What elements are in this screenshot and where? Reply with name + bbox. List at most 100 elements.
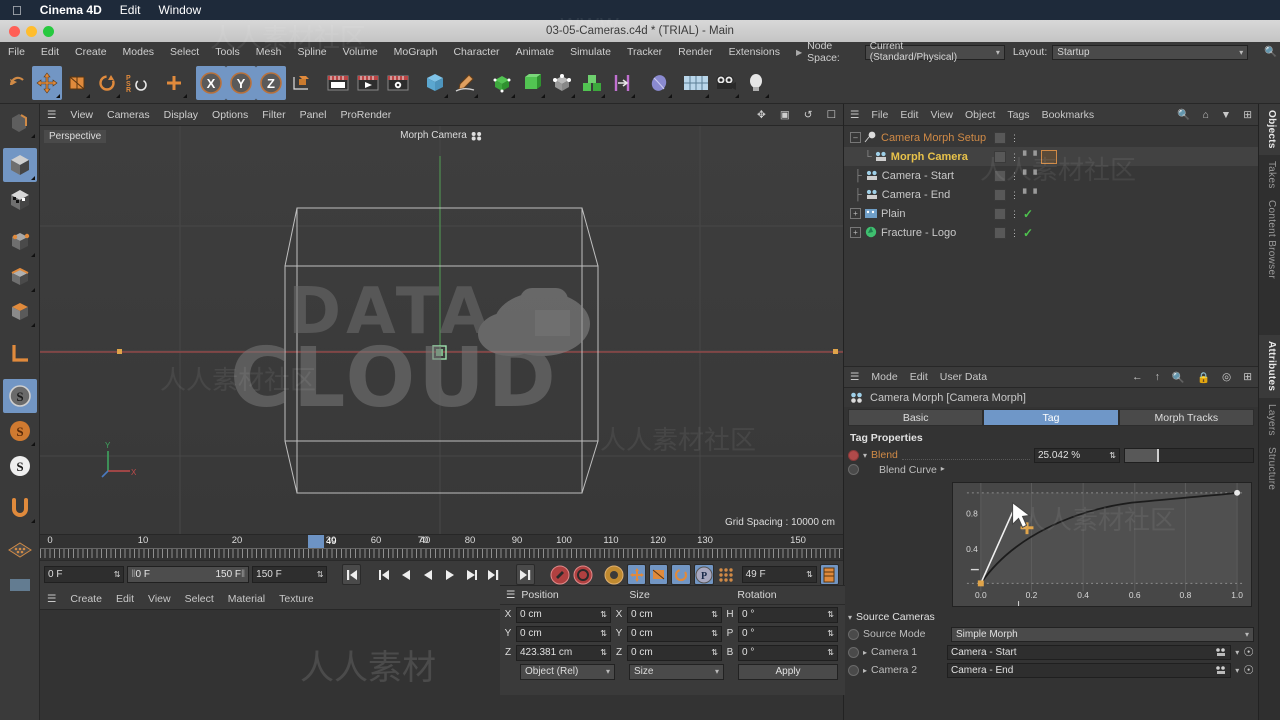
viewport-menu-prorender[interactable]: ProRender [333, 109, 398, 121]
timeline-layout-button[interactable] [819, 564, 840, 585]
hamburger-icon[interactable]: ☰ [500, 589, 521, 601]
om-menu-tags[interactable]: Tags [1001, 109, 1035, 121]
light-icon[interactable] [741, 66, 771, 100]
make-editable-icon[interactable] [3, 106, 37, 140]
pos-z-field[interactable]: 423.381 cm ⇅ [516, 644, 611, 661]
viewport-menu-view[interactable]: View [63, 109, 100, 121]
enabled-check-icon[interactable]: ✓ [1023, 207, 1033, 221]
dot-toggles-icon[interactable]: ⋮ [1010, 209, 1019, 218]
camera-morph-tag-icon[interactable] [1040, 149, 1057, 164]
step-back-button[interactable] [396, 564, 415, 585]
nurbs-generator-icon[interactable] [487, 66, 517, 100]
menu-tools[interactable]: Tools [207, 42, 248, 62]
blend-keyframe-icon[interactable] [848, 449, 859, 461]
step-forward-button[interactable] [462, 564, 481, 585]
blend-value-field[interactable]: 25.042 % ⇅ [1033, 447, 1120, 463]
chevron-right-icon[interactable]: ▸ [941, 464, 945, 473]
search-icon[interactable]: 🔍 [1166, 371, 1191, 384]
vtab-objects[interactable]: Objects [1259, 104, 1280, 155]
move-tool-icon[interactable] [32, 65, 62, 100]
position-key-button[interactable] [626, 564, 647, 585]
material-menu-create[interactable]: Create [63, 593, 109, 605]
dot-toggles-icon[interactable]: ⋮ [1010, 171, 1019, 180]
go-to-end-button[interactable] [515, 564, 536, 585]
floor-environment-icon[interactable] [681, 66, 711, 100]
size-mode-select[interactable]: Size ▾ [629, 663, 724, 680]
spline-pen-icon[interactable] [450, 66, 480, 100]
coordinate-mode-select[interactable]: Object (Rel) ▾ [520, 663, 615, 680]
source-cameras-heading-row[interactable]: ▾ Source Cameras [844, 609, 1258, 625]
tab-morph-tracks[interactable]: Morph Tracks [1118, 409, 1254, 426]
autokeying-button[interactable] [573, 564, 593, 585]
psr-icon[interactable]: PSR [122, 66, 152, 100]
undo-redo-icon[interactable] [2, 66, 32, 100]
menu-render[interactable]: Render [670, 42, 720, 62]
enabled-check-icon[interactable]: ✓ [1023, 226, 1033, 240]
apply-button[interactable]: Apply [738, 663, 838, 680]
render-view-icon[interactable] [323, 66, 353, 100]
menu-spline[interactable]: Spline [289, 42, 334, 62]
om-menu-file[interactable]: File [865, 109, 894, 121]
hamburger-icon[interactable]: ☰ [844, 371, 865, 383]
timeline-ruler[interactable]: 0 10 20 30 40 49 60 70 80 90 100 110 120… [40, 534, 843, 560]
chevron-down-icon[interactable]: ▾ [1235, 666, 1239, 675]
magnet-tool-icon[interactable] [3, 491, 37, 525]
om-menu-object[interactable]: Object [959, 109, 1001, 121]
polygons-mode-icon[interactable] [3, 295, 37, 329]
menu-tracker[interactable]: Tracker [619, 42, 670, 62]
axis-mode-icon[interactable] [3, 337, 37, 371]
edges-mode-icon[interactable] [3, 260, 37, 294]
camera-icon[interactable] [711, 66, 741, 100]
render-region-icon[interactable] [353, 66, 383, 100]
viewport-maximize-icon[interactable]: ☐ [820, 109, 843, 121]
pos-y-field[interactable]: 0 cm ⇅ [516, 625, 611, 642]
material-menu-texture[interactable]: Texture [272, 593, 320, 605]
size-z-field[interactable]: 0 cm ⇅ [627, 644, 722, 661]
array-modeling-icon[interactable] [517, 66, 547, 100]
up-arrow-icon[interactable]: ↑ [1149, 371, 1166, 383]
camera1-link-field[interactable]: Camera - Start [947, 644, 1232, 660]
current-frame-field[interactable]: 49 F ⇅ [741, 566, 817, 583]
go-to-next-keyframe-button[interactable] [484, 564, 503, 585]
camera2-keyframe-icon[interactable] [848, 664, 859, 676]
dot-toggles-icon[interactable]: ⋮ [1010, 152, 1019, 161]
viewport-solo-icon[interactable] [3, 568, 37, 602]
dot-toggles-icon[interactable]: ⋮ [1010, 228, 1019, 237]
object-world-coordinate-icon[interactable] [286, 66, 316, 100]
vtab-content-browser[interactable]: Content Browser [1259, 194, 1280, 286]
tab-tag[interactable]: Tag [983, 409, 1119, 426]
source-mode-keyframe-icon[interactable] [848, 628, 859, 640]
size-y-field[interactable]: 0 cm ⇅ [627, 625, 722, 642]
visibility-tag-icon[interactable] [994, 188, 1006, 201]
expand-toggle-icon[interactable]: + [850, 208, 861, 219]
visibility-tag-icon[interactable] [994, 150, 1006, 163]
visibility-tag-icon[interactable] [994, 131, 1006, 144]
model-mode-icon[interactable] [2, 148, 37, 182]
camera1-keyframe-icon[interactable] [848, 646, 859, 658]
menu-animate[interactable]: Animate [508, 42, 563, 62]
world-axis-icon[interactable] [159, 66, 189, 100]
material-menu-view[interactable]: View [141, 593, 178, 605]
pos-x-field[interactable]: 0 cm ⇅ [516, 606, 611, 623]
attr-menu-mode[interactable]: Mode [865, 371, 903, 383]
menu-search-icon[interactable]: 🔍 [1256, 42, 1280, 62]
vtab-attributes[interactable]: Attributes [1259, 335, 1280, 398]
visibility-tag-icon[interactable] [994, 226, 1006, 239]
texture-mode-icon[interactable] [3, 183, 37, 217]
go-to-previous-keyframe-button[interactable] [374, 564, 393, 585]
cube-primitive-icon[interactable] [420, 66, 450, 100]
expand-toggle-icon[interactable]: + [850, 227, 861, 238]
points-mode-icon[interactable] [3, 225, 37, 259]
os-menu-item-window[interactable]: Window [158, 3, 201, 17]
viewport-menu-panel[interactable]: Panel [293, 109, 334, 121]
object-row-camera-end[interactable]: ├ Camera - End ⋮ ▘▝ [844, 185, 1258, 204]
viewport-menu-cameras[interactable]: Cameras [100, 109, 157, 121]
visibility-tag-icon[interactable] [994, 207, 1006, 220]
mograph-cloner-icon[interactable] [577, 66, 607, 100]
object-row-plain[interactable]: + Plain ⋮ ✓ [844, 204, 1258, 223]
hamburger-icon[interactable]: ☰ [40, 593, 63, 605]
go-to-start-button[interactable] [342, 564, 362, 585]
menu-extensions[interactable]: Extensions [721, 42, 788, 62]
blend-slider[interactable] [1123, 447, 1254, 463]
menu-select[interactable]: Select [162, 42, 207, 62]
